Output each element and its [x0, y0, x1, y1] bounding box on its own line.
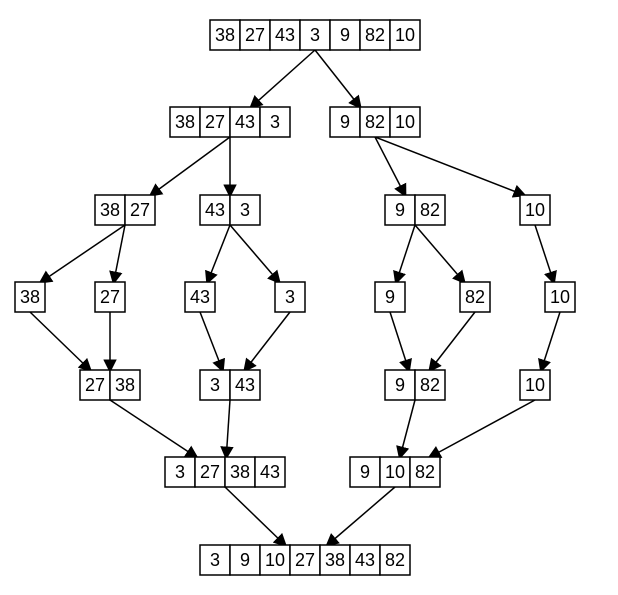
- cell-value: 27: [245, 25, 265, 45]
- array-node-lll: 38: [15, 282, 45, 312]
- cell-value: 10: [265, 550, 285, 570]
- edge: [430, 312, 475, 370]
- edge: [390, 312, 409, 370]
- edge: [41, 225, 125, 282]
- cell-value: 10: [550, 287, 570, 307]
- edge: [225, 487, 285, 545]
- cell-value: 3: [285, 287, 295, 307]
- cell-value: 43: [235, 375, 255, 395]
- edge: [114, 225, 125, 282]
- edge: [396, 225, 415, 282]
- edge: [328, 487, 396, 545]
- edge: [230, 225, 279, 282]
- edge: [200, 312, 223, 370]
- cell-value: 3: [240, 200, 250, 220]
- edge: [151, 137, 230, 195]
- array-node-rll: 9: [375, 282, 405, 312]
- edge: [110, 400, 196, 457]
- array-node-lrl: 43: [185, 282, 215, 312]
- cell-value: 3: [210, 375, 220, 395]
- cell-value: 82: [365, 25, 385, 45]
- cell-value: 10: [525, 375, 545, 395]
- edge: [375, 137, 405, 195]
- cell-value: 9: [340, 25, 350, 45]
- edge: [245, 312, 290, 370]
- array-node-mrl: 9 82: [385, 370, 445, 400]
- edge: [535, 225, 554, 282]
- edge: [375, 137, 524, 195]
- cell-value: 27: [130, 200, 150, 220]
- array-node-llr: 27: [95, 282, 125, 312]
- array-node-lr: 43 3: [200, 195, 260, 225]
- cell-value: 9: [385, 287, 395, 307]
- cell-value: 38: [115, 375, 135, 395]
- edge: [251, 50, 315, 107]
- cell-value: 9: [360, 462, 370, 482]
- cell-value: 43: [190, 287, 210, 307]
- array-node-root: 38 27 43 39 82 10: [210, 20, 420, 50]
- edge: [226, 400, 230, 457]
- cell-value: 82: [420, 375, 440, 395]
- cell-value: 38: [20, 287, 40, 307]
- array-node-rl: 9 82: [385, 195, 445, 225]
- mergesort-diagram: 3827433982103827433982103827433982103827…: [0, 0, 618, 595]
- cell-value: 82: [465, 287, 485, 307]
- cell-value: 3: [270, 112, 280, 132]
- array-node-r: 9 82 10: [330, 107, 420, 137]
- array-node-l: 38 27 43 3: [170, 107, 290, 137]
- array-node-ll: 38 27: [95, 195, 155, 225]
- cell-value: 43: [205, 200, 225, 220]
- cell-value: 43: [235, 112, 255, 132]
- cell-value: 38: [325, 550, 345, 570]
- array-node-mrr: 10: [520, 370, 550, 400]
- edge: [315, 50, 360, 107]
- cell-value: 38: [100, 200, 120, 220]
- cell-value: 27: [85, 375, 105, 395]
- cell-value: 38: [175, 112, 195, 132]
- cell-value: 43: [275, 25, 295, 45]
- cell-value: 43: [260, 462, 280, 482]
- edge: [30, 312, 90, 370]
- cell-value: 27: [200, 462, 220, 482]
- edge: [430, 400, 535, 457]
- cell-value: 9: [395, 375, 405, 395]
- array-node-mr: 9 10 82: [350, 457, 440, 487]
- cell-value: 3: [210, 550, 220, 570]
- cell-value: 38: [215, 25, 235, 45]
- cell-value: 10: [395, 25, 415, 45]
- array-node-rrr: 10: [545, 282, 575, 312]
- edge: [208, 225, 231, 282]
- cell-value: 82: [365, 112, 385, 132]
- cell-value: 3: [310, 25, 320, 45]
- cell-value: 9: [395, 200, 405, 220]
- cell-value: 10: [385, 462, 405, 482]
- edge: [541, 312, 560, 370]
- cell-value: 82: [385, 550, 405, 570]
- array-node-mlr: 3 43: [200, 370, 260, 400]
- cell-value: 10: [525, 200, 545, 220]
- array-node-mll: 27 38: [80, 370, 140, 400]
- cell-value: 27: [100, 287, 120, 307]
- cell-value: 27: [205, 112, 225, 132]
- array-node-lrr: 3: [275, 282, 305, 312]
- cell-value: 10: [395, 112, 415, 132]
- cell-value: 38: [230, 462, 250, 482]
- edge: [415, 225, 464, 282]
- cell-value: 43: [355, 550, 375, 570]
- array-node-final: 39 10 27 38 43 82: [200, 545, 410, 575]
- cell-value: 82: [415, 462, 435, 482]
- cell-value: 82: [420, 200, 440, 220]
- array-node-ml: 3 27 38 43: [165, 457, 285, 487]
- array-node-rr: 10: [520, 195, 550, 225]
- cell-value: 3: [175, 462, 185, 482]
- cell-value: 9: [240, 550, 250, 570]
- array-node-rlr: 82: [460, 282, 490, 312]
- cell-value: 9: [340, 112, 350, 132]
- cell-value: 27: [295, 550, 315, 570]
- edge: [400, 400, 415, 457]
